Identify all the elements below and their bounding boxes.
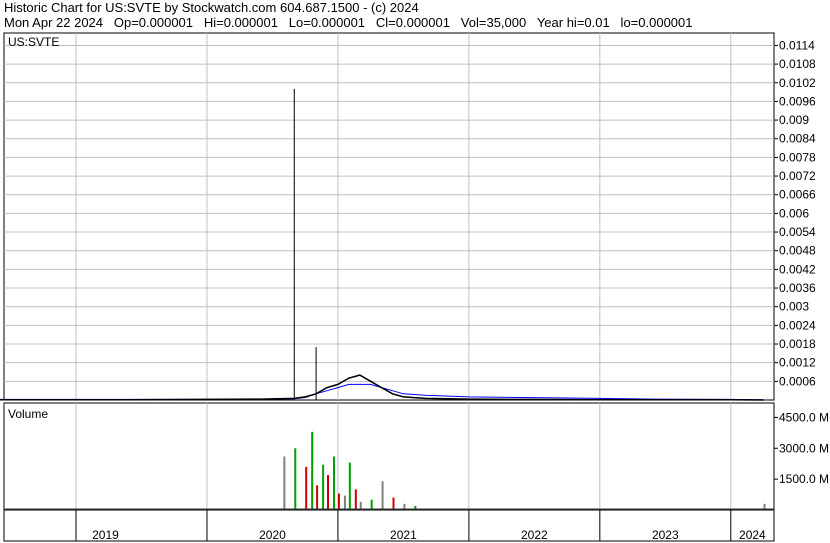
price-tick-label: 0.0012 xyxy=(779,356,816,370)
volume-bar xyxy=(381,481,384,510)
volume-bar xyxy=(370,499,373,510)
volume-bar xyxy=(322,464,325,510)
volume-tick-label: 3000.0 M xyxy=(779,441,829,455)
price-tick-label: 0.003 xyxy=(779,300,809,314)
price-panel: 0.0114 0.0108 0.0102 0.0096 0.009 0.0084 0.007… xyxy=(0,32,816,401)
volume-bar xyxy=(348,462,351,510)
price-tick-label: 0.0048 xyxy=(779,244,816,258)
price-tick-label: 0.0096 xyxy=(779,94,816,108)
volume-tick-label: 1500.0 M xyxy=(779,472,829,486)
volume-bar xyxy=(283,456,286,510)
volume-tick-label: 4500.0 M xyxy=(779,410,829,424)
volume-bar xyxy=(311,431,314,510)
price-tick-label: 0.0024 xyxy=(779,318,816,332)
price-panel-title: US:SVTE xyxy=(8,35,59,49)
price-tick-label: 0.0066 xyxy=(779,188,816,202)
price-tick-label: 0.0072 xyxy=(779,169,816,183)
price-tick-label: 0.0108 xyxy=(779,57,816,71)
x-tick-label: 2024 xyxy=(739,528,766,542)
stock-chart: 0.0114 0.0108 0.0102 0.0096 0.009 0.0084 0.007… xyxy=(0,32,829,542)
price-panel-frame xyxy=(3,32,775,401)
price-tick-label: 0.0084 xyxy=(779,132,816,146)
price-tick-label: 0.0036 xyxy=(779,281,816,295)
price-tick-label: 0.0006 xyxy=(779,374,816,388)
volume-panel-frame xyxy=(3,402,775,511)
x-tick-label: 2020 xyxy=(259,528,286,542)
x-tick-label: 2019 xyxy=(92,528,119,542)
volume-bar xyxy=(337,493,340,510)
volume-bar xyxy=(333,456,336,510)
x-tick-label: 2022 xyxy=(521,528,548,542)
volume-bar xyxy=(316,485,319,510)
price-tick-label: 0.0054 xyxy=(779,225,816,239)
price-tick-label: 0.0114 xyxy=(779,38,815,52)
volume-bar xyxy=(392,497,395,510)
price-tick-label: 0.009 xyxy=(779,113,809,127)
x-tick-label: 2023 xyxy=(652,528,679,542)
price-series-line xyxy=(0,383,764,401)
price-tick-label: 0.0042 xyxy=(779,262,816,276)
price-tick-label: 0.0078 xyxy=(779,150,816,164)
price-tick-label: 0.0018 xyxy=(779,337,816,351)
volume-bar xyxy=(327,475,330,510)
price-line xyxy=(0,374,764,401)
price-tick-label: 0.0102 xyxy=(779,76,816,90)
volume-panel: 4500.0 M 3000.0 M 1500.0 M Volume xyxy=(3,402,829,511)
volume-bar xyxy=(305,466,308,510)
volume-bar xyxy=(354,489,357,510)
volume-bar xyxy=(294,448,297,510)
volume-panel-title: Volume xyxy=(8,407,48,421)
x-tick-label: 2021 xyxy=(390,528,417,542)
price-tick-label: 0.006 xyxy=(779,206,809,220)
x-axis: 2019 2020 2021 2022 2023 2024 xyxy=(3,509,775,542)
volume-bar xyxy=(343,495,346,510)
